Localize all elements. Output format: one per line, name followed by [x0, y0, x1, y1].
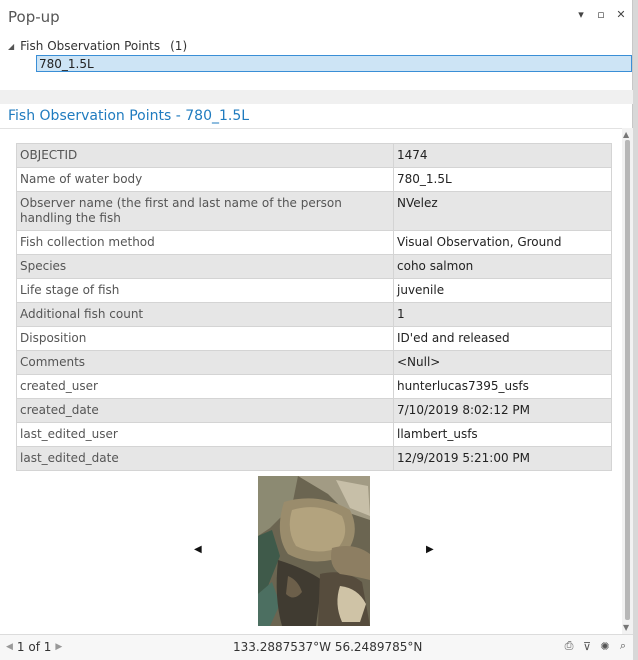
map-edge [633, 0, 638, 660]
scroll-down-icon[interactable]: ▼ [623, 623, 629, 632]
detail-content: OBJECTID 1474 Name of water body 780_1.5L Ob… [0, 128, 622, 634]
attribute-field: Comments [16, 350, 394, 375]
attribute-value: juvenile [393, 278, 612, 303]
attribute-field: Observer name (the first and last name o… [16, 191, 394, 231]
attribute-field: created_user [16, 374, 394, 399]
attribute-row: Observer name (the first and last name o… [16, 191, 612, 231]
scroll-up-icon[interactable]: ▲ [623, 130, 629, 139]
attribute-value: llambert_usfs [393, 422, 612, 447]
attribute-value: NVelez [393, 191, 612, 231]
attribute-value: 1 [393, 302, 612, 327]
pane-title: Pop-up [8, 8, 60, 26]
tree-layer-count: (1) [170, 39, 188, 53]
attribute-row: created_user hunterlucas7395_usfs [16, 374, 612, 399]
pager-next-icon[interactable]: ▶ [55, 642, 62, 652]
attribute-value: 12/9/2019 5:21:00 PM [393, 446, 612, 471]
attribute-row: Life stage of fish juvenile [16, 278, 612, 303]
attribute-value: Visual Observation, Ground [393, 230, 612, 255]
attribute-field: Disposition [16, 326, 394, 351]
attribute-field: created_date [16, 398, 394, 423]
attribute-field: Life stage of fish [16, 278, 394, 303]
flash-icon[interactable]: ✺ [599, 639, 611, 653]
expand-triangle-icon[interactable]: ◢ [8, 42, 14, 51]
attribute-field: OBJECTID [16, 143, 394, 168]
restore-icon[interactable]: ▫ [595, 8, 607, 21]
photo-image [258, 476, 370, 626]
attribute-value: ID'ed and released [393, 326, 612, 351]
attribute-row: last_edited_user llambert_usfs [16, 422, 612, 447]
attribute-field: Additional fish count [16, 302, 394, 327]
attribute-value: <Null> [393, 350, 612, 375]
attribute-row: Comments <Null> [16, 350, 612, 375]
coordinates-readout: 133.2887537°W 56.2489785°N [233, 640, 423, 654]
splitter[interactable] [0, 90, 633, 104]
attribute-value: 1474 [393, 143, 612, 168]
attribute-field: last_edited_date [16, 446, 394, 471]
attribute-value: coho salmon [393, 254, 612, 279]
print-icon[interactable]: ⎙ [563, 639, 575, 653]
attribute-row: Species coho salmon [16, 254, 612, 279]
filter-icon[interactable]: ⊽ [581, 639, 593, 653]
scroll-thumb[interactable] [625, 140, 630, 620]
attribute-field: Fish collection method [16, 230, 394, 255]
tree-feature-item[interactable]: 780_1.5L [36, 55, 632, 72]
detail-title: Fish Observation Points - 780_1.5L [8, 108, 250, 124]
pager-text: 1 of 1 [16, 640, 52, 654]
popup-pane: Pop-up ▾ ▫ ✕ ◢ Fish Observation Points (… [0, 0, 633, 660]
attribute-value: 780_1.5L [393, 167, 612, 192]
attribute-row: OBJECTID 1474 [16, 143, 612, 168]
tree-layer-node[interactable]: ◢ Fish Observation Points (1) [8, 39, 187, 53]
attribute-value: 7/10/2019 8:02:12 PM [393, 398, 612, 423]
attachment-photo[interactable] [258, 476, 370, 626]
attribute-row: last_edited_date 12/9/2019 5:21:00 PM [16, 446, 612, 471]
pane-titlebar: Pop-up ▾ ▫ ✕ [0, 0, 633, 36]
window-controls: ▾ ▫ ✕ [575, 8, 627, 21]
attribute-field: Species [16, 254, 394, 279]
options-menu-icon[interactable]: ▾ [575, 8, 587, 21]
pager-prev-icon[interactable]: ◀ [6, 642, 13, 652]
attribute-value: hunterlucas7395_usfs [393, 374, 612, 399]
media-prev-icon[interactable]: ◀ [194, 544, 202, 555]
zoom-to-icon[interactable]: ⌕ [617, 639, 629, 653]
attribute-field: last_edited_user [16, 422, 394, 447]
attribute-table: OBJECTID 1474 Name of water body 780_1.5L Ob… [16, 143, 612, 471]
attribute-row: Additional fish count 1 [16, 302, 612, 327]
feature-tree: ◢ Fish Observation Points (1) 780_1.5L [0, 36, 633, 90]
media-next-icon[interactable]: ▶ [426, 544, 434, 555]
attribute-field: Name of water body [16, 167, 394, 192]
attribute-row: Disposition ID'ed and released [16, 326, 612, 351]
status-tools: ⎙ ⊽ ✺ ⌕ [563, 639, 629, 653]
pager: ◀ 1 of 1 ▶ [6, 640, 62, 654]
attribute-row: Name of water body 780_1.5L [16, 167, 612, 192]
attribute-row: Fish collection method Visual Observation… [16, 230, 612, 255]
media-viewer: ◀ ▶ [0, 476, 622, 626]
close-icon[interactable]: ✕ [615, 8, 627, 21]
tree-layer-name: Fish Observation Points [20, 39, 161, 53]
vertical-scrollbar[interactable]: ▲ ▼ [622, 128, 633, 634]
attribute-row: created_date 7/10/2019 8:02:12 PM [16, 398, 612, 423]
status-bar: ◀ 1 of 1 ▶ 133.2887537°W 56.2489785°N ⎙ … [0, 634, 633, 660]
